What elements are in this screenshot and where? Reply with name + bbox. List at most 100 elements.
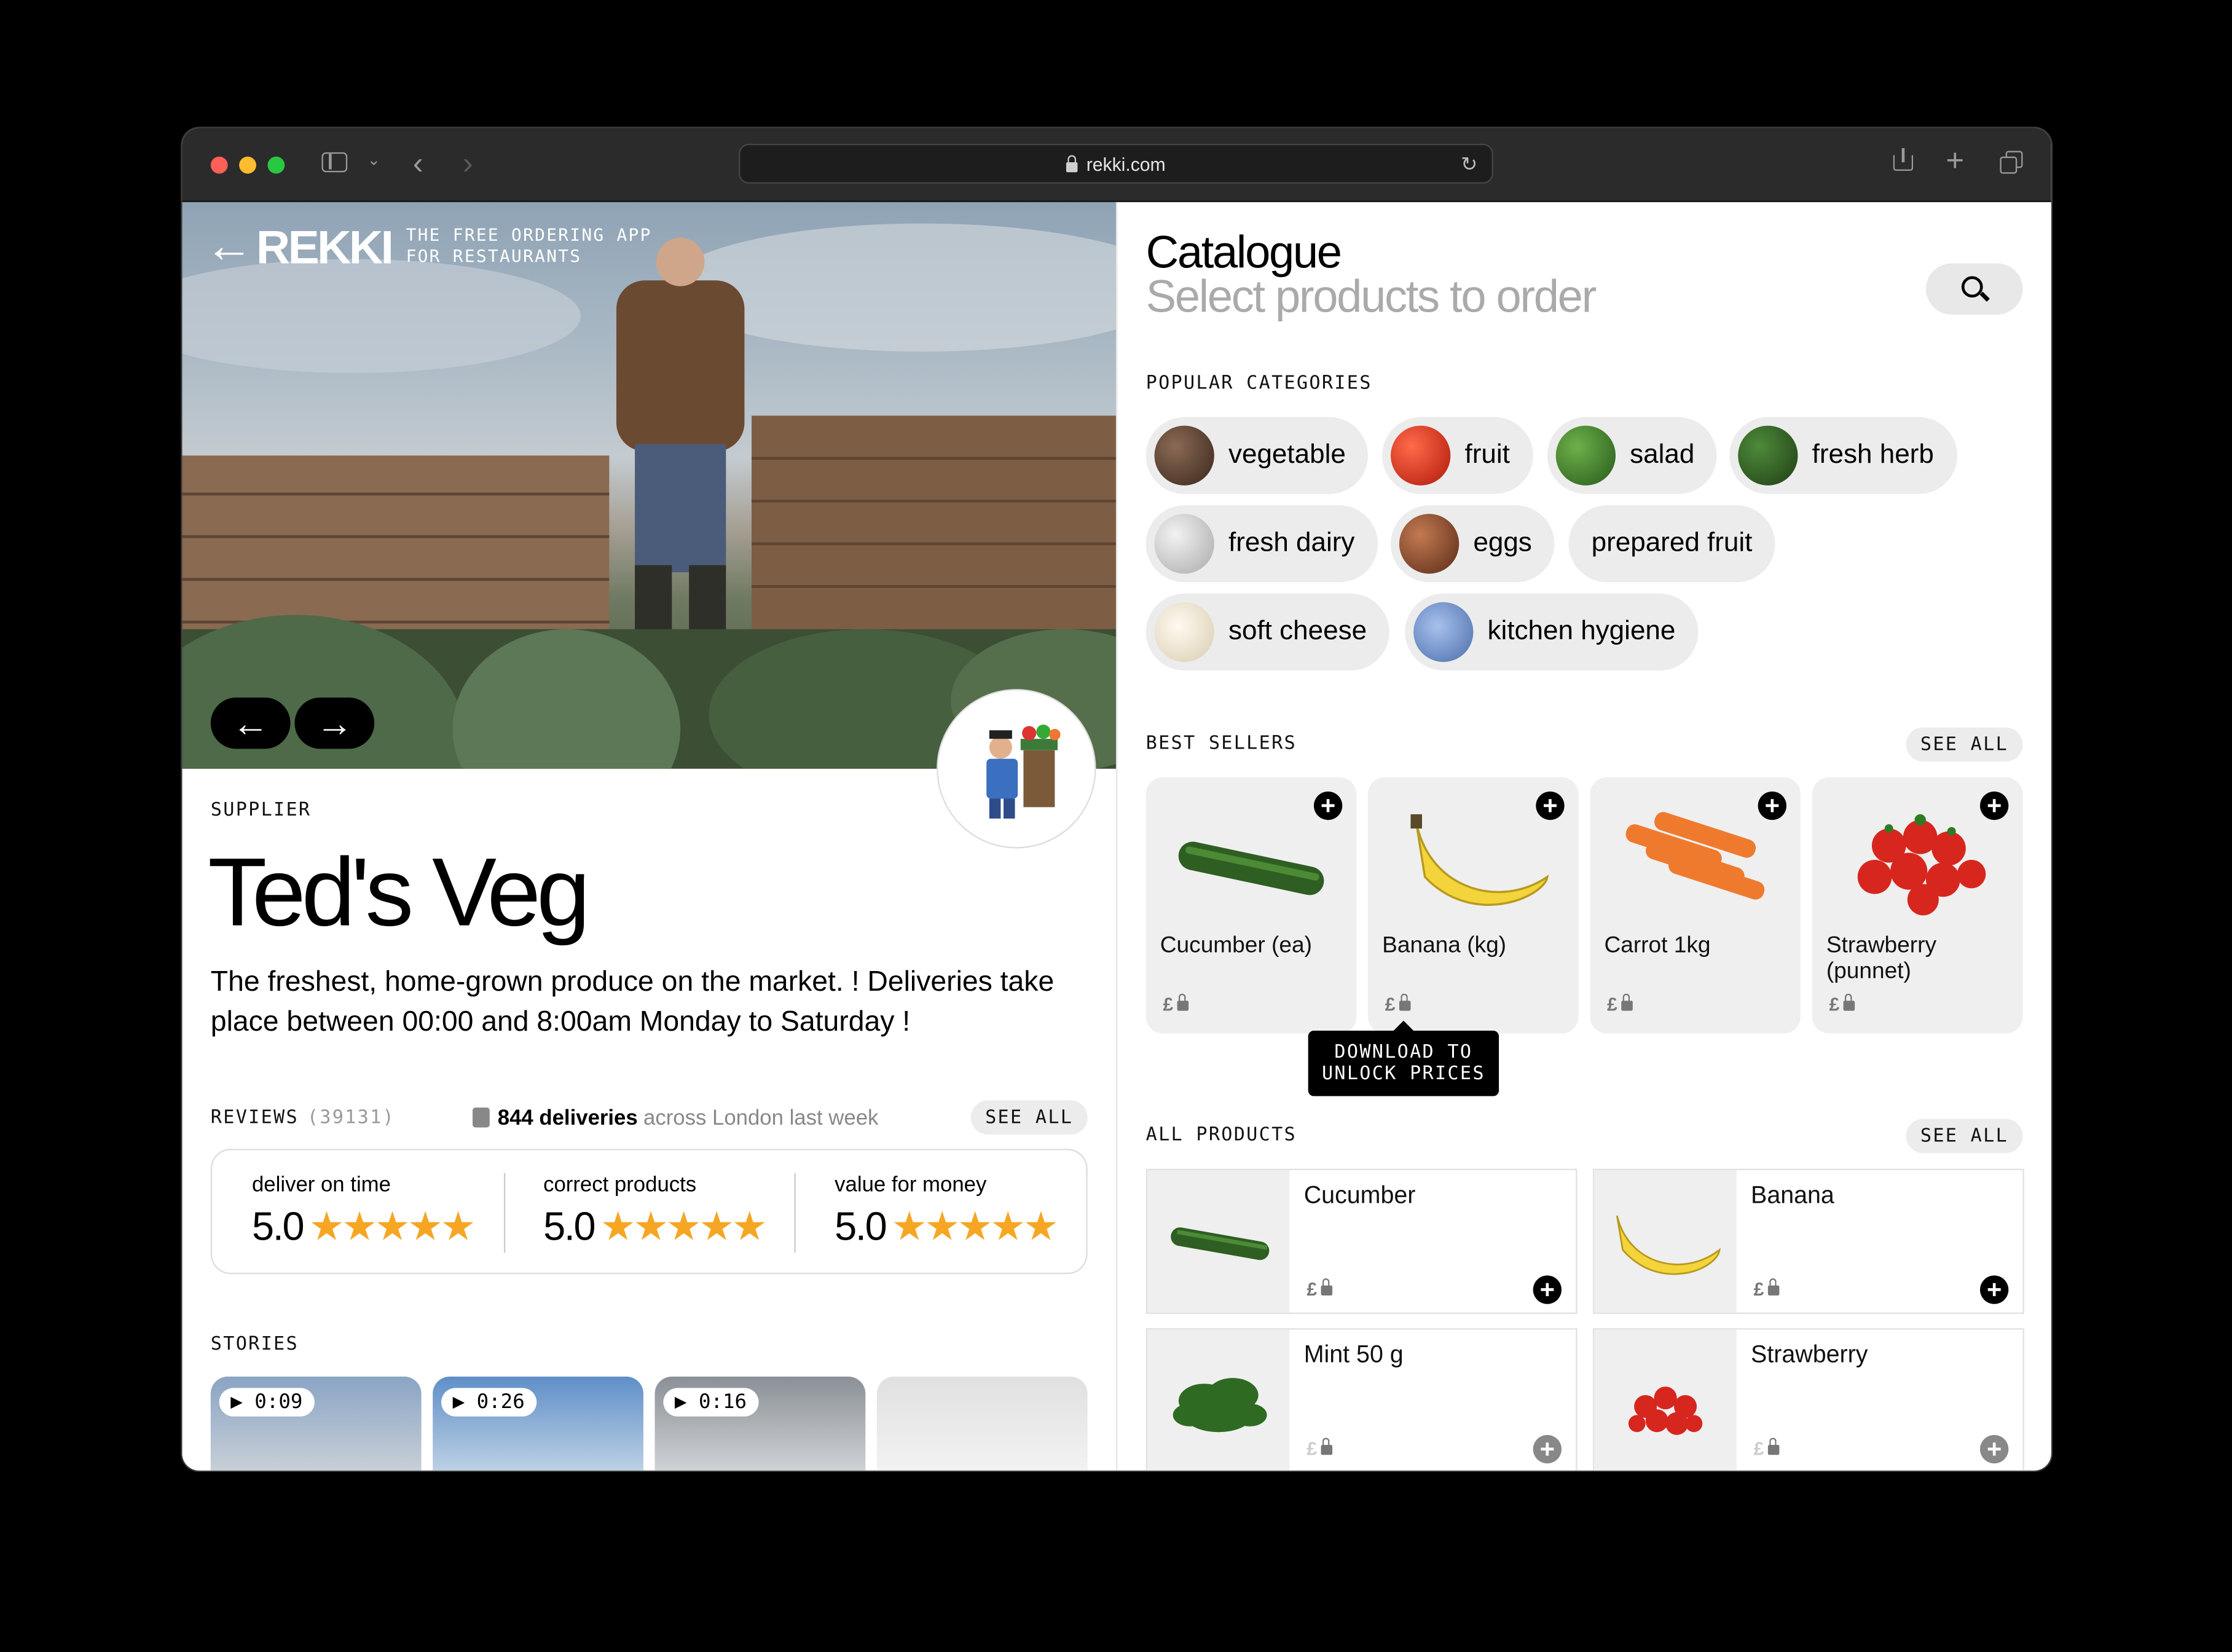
category-chip-fresh-dairy[interactable]: fresh dairy [1145, 505, 1378, 583]
eggs-thumb-icon [1399, 514, 1460, 574]
ratings-card: deliver on time 5.0 ★★★★★ correct product… [210, 1149, 1088, 1275]
reviews-see-all-button[interactable]: SEE ALL [970, 1100, 1088, 1135]
product-card-carrot[interactable]: + Carrot 1kg £ [1590, 777, 1801, 1034]
back-icon[interactable]: ‹ [413, 148, 423, 179]
locked-price: £ [1385, 994, 1411, 1015]
product-name: Carrot 1kg [1604, 934, 1711, 958]
rekki-brand[interactable]: ← REKKI THE FREE ORDERING APP FOR RESTAU… [205, 222, 652, 270]
supplier-eyebrow: SUPPLIER [210, 800, 312, 822]
share-icon[interactable] [1893, 148, 1914, 171]
deliveries-context: across London last week [643, 1105, 879, 1130]
carousel-next-button[interactable]: → [294, 697, 375, 749]
tooltip-line-1: DOWNLOAD TO [1334, 1042, 1473, 1064]
deliveries-count: 844 deliveries [497, 1105, 638, 1130]
lock-icon [1399, 993, 1411, 1011]
add-icon[interactable]: + [1979, 1275, 2009, 1304]
product-name: Cucumber (ea) [1160, 934, 1312, 958]
lock-icon [1768, 1438, 1780, 1455]
add-icon[interactable]: + [1533, 1434, 1562, 1464]
product-row-strawberry[interactable]: Strawberry £ + [1592, 1328, 2024, 1471]
tagline-line-2: FOR RESTAURANTS [406, 246, 582, 267]
category-label: eggs [1473, 528, 1532, 558]
reload-icon[interactable]: ↻ [1461, 152, 1477, 176]
locked-price: £ [1163, 994, 1189, 1015]
category-chip-fruit[interactable]: fruit [1382, 417, 1533, 494]
back-arrow-icon[interactable]: ← [205, 222, 254, 270]
product-name: Mint 50 g [1303, 1340, 1404, 1368]
all-products-see-all-button[interactable]: SEE ALL [1906, 1119, 2023, 1154]
category-label: soft cheese [1228, 616, 1367, 647]
reviews-count: (39131) [307, 1106, 395, 1128]
add-icon[interactable]: + [1979, 1434, 2009, 1464]
locked-price: £ [1754, 1278, 1780, 1300]
address-bar[interactable]: rekki.com ↻ [739, 143, 1493, 184]
story-card[interactable]: ▶ 0:26 [433, 1376, 643, 1471]
chevron-down-icon[interactable]: ⌄ [367, 153, 380, 169]
strawberry-image [1857, 814, 1986, 916]
forward-icon[interactable]: › [463, 148, 473, 179]
rating-value: 5.0 [251, 1203, 305, 1248]
product-row-mint[interactable]: Mint 50 g £ + [1145, 1328, 1578, 1471]
lock-icon [1844, 993, 1855, 1011]
minimize-window-button[interactable] [239, 156, 256, 174]
rating-label: deliver on time [251, 1173, 391, 1198]
category-label: fresh dairy [1228, 528, 1355, 558]
fresh-dairy-thumb-icon [1154, 514, 1214, 574]
banana-image [1616, 1215, 1721, 1275]
supplier-logo [937, 689, 1096, 849]
rating-label: correct products [543, 1173, 697, 1198]
product-name: Cucumber [1303, 1181, 1416, 1209]
supplier-hero-image: ← REKKI THE FREE ORDERING APP FOR RESTAU… [182, 202, 1116, 769]
search-button[interactable] [1925, 263, 2023, 315]
catalogue-subtitle: Select products to order [1145, 270, 1597, 322]
product-card-strawberry[interactable]: + Strawberry (punnet) £ [1812, 777, 2023, 1034]
star-rating-icon: ★★★★★ [600, 1204, 768, 1249]
product-row-cucumber[interactable]: Cucumber £ + [1145, 1168, 1578, 1314]
new-tab-icon[interactable]: + [1946, 144, 1964, 176]
soft-cheese-thumb-icon [1154, 602, 1214, 663]
product-card-banana[interactable]: + Banana (kg) £ [1367, 777, 1579, 1034]
stories-label: STORIES [210, 1334, 299, 1356]
category-chip-kitchen-hygiene[interactable]: kitchen hygiene [1405, 593, 1699, 671]
browser-window: ⌄ ‹ › rekki.com ↻ + ← REKKI THE FREE ORD… [182, 128, 2051, 1471]
banana-image [1410, 814, 1549, 906]
catalogue-title: Catalogue [1145, 226, 1342, 278]
category-chip-soft-cheese[interactable]: soft cheese [1145, 593, 1390, 671]
add-icon[interactable]: + [1533, 1275, 1562, 1304]
reviews-label: REVIEWS [210, 1106, 299, 1128]
url-text: rekki.com [1086, 153, 1166, 175]
tab-overview-icon[interactable] [2000, 151, 2023, 174]
sidebar-toggle-icon[interactable] [321, 152, 348, 173]
category-label: vegetable [1228, 439, 1346, 470]
product-row-banana[interactable]: Banana £ + [1592, 1168, 2024, 1314]
locked-price: £ [1607, 994, 1633, 1015]
popular-categories-label: POPULAR CATEGORIES [1145, 372, 1372, 395]
lock-icon [1177, 993, 1189, 1011]
category-label: prepared fruit [1591, 528, 1753, 558]
category-chip-fresh-herb[interactable]: fresh herb [1729, 417, 1957, 494]
category-label: salad [1630, 439, 1695, 470]
category-chip-eggs[interactable]: eggs [1391, 505, 1555, 583]
arrow-right-icon: → [316, 701, 353, 744]
zoom-window-button[interactable] [267, 156, 285, 174]
close-window-button[interactable] [210, 156, 228, 174]
supplier-description: The freshest, home-grown produce on the … [210, 966, 1055, 1038]
carousel-prev-button[interactable]: ← [210, 697, 291, 749]
fresh-herb-thumb-icon [1738, 425, 1798, 486]
rating-value-for-money: value for money 5.0 ★★★★★ [795, 1150, 1086, 1273]
product-name: Strawberry [1751, 1340, 1868, 1368]
product-card-cucumber[interactable]: + Cucumber (ea) £ [1145, 777, 1357, 1034]
category-chip-salad[interactable]: salad [1547, 417, 1718, 494]
category-chip-vegetable[interactable]: vegetable [1145, 417, 1369, 494]
search-icon [1961, 276, 1983, 298]
category-chip-prepared-fruit[interactable]: prepared fruit [1568, 505, 1775, 583]
farmer-illustration-icon [986, 724, 1061, 819]
brand-tagline: THE FREE ORDERING APP FOR RESTAURANTS [406, 225, 652, 267]
story-card[interactable]: ▶ 0:16 [654, 1376, 866, 1471]
best-sellers-see-all-button[interactable]: SEE ALL [1906, 727, 2023, 762]
cucumber-image [1171, 1227, 1270, 1261]
story-card[interactable]: ▶ 0:09 [210, 1376, 422, 1471]
lock-icon [1321, 1278, 1333, 1296]
story-card[interactable] [876, 1376, 1088, 1471]
mint-image [1173, 1378, 1267, 1433]
